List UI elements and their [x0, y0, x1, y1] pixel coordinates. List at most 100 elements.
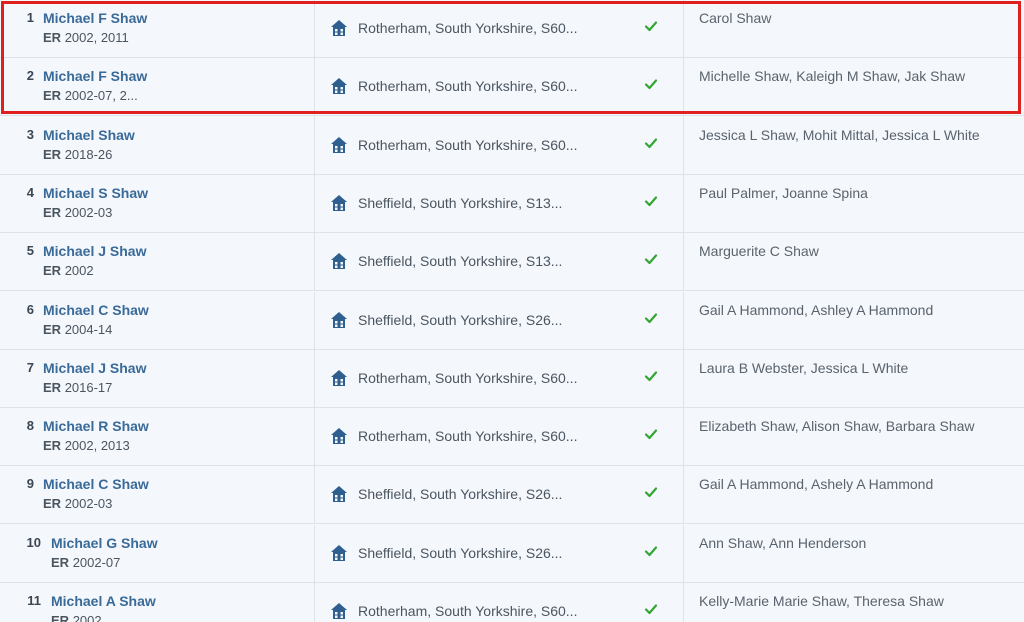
er-years: 2002-03	[64, 496, 113, 512]
electoral-roll-years: ER 2002-03	[43, 205, 112, 220]
person-name-link[interactable]: Michael R Shaw	[43, 418, 149, 434]
electoral-roll-years: ER 2002-07	[51, 555, 120, 570]
column-divider	[683, 408, 684, 466]
result-number: 11	[27, 593, 41, 608]
relatives-text: Paul Palmer, Joanne Spina	[699, 184, 868, 201]
er-label: ER	[43, 321, 62, 337]
check-icon	[644, 137, 658, 148]
check-icon	[644, 429, 658, 440]
house-icon	[331, 136, 347, 153]
check-icon	[644, 21, 658, 32]
table-row: 6 Michael C Shaw ER 2004-14 Sheffield, S…	[0, 291, 1024, 350]
column-divider	[683, 466, 684, 524]
er-label: ER	[43, 379, 62, 395]
table-row: 8 Michael R Shaw ER 2002, 2013 Rotherham…	[0, 408, 1024, 467]
relatives-text: Jessica L Shaw, Mohit Mittal, Jessica L …	[699, 126, 980, 143]
house-icon	[331, 486, 347, 503]
er-label: ER	[51, 613, 70, 622]
house-icon	[331, 311, 347, 328]
column-divider	[683, 174, 684, 232]
address-text: Sheffield, South Yorkshire, S26...	[358, 544, 563, 561]
er-years: 2002-07, 2...	[64, 88, 138, 104]
column-divider	[683, 583, 684, 622]
result-number: 9	[26, 476, 34, 492]
person-name-link[interactable]: Michael F Shaw	[43, 10, 147, 26]
house-icon	[331, 78, 347, 95]
column-divider	[683, 0, 684, 57]
er-label: ER	[43, 204, 62, 220]
relatives-text: Ann Shaw, Ann Henderson	[699, 534, 867, 551]
address-text: Rotherham, South Yorkshire, S60...	[358, 603, 578, 619]
er-years: 2016-17	[64, 379, 113, 395]
table-row: 4 Michael S Shaw ER 2002-03 Sheffield, S…	[0, 174, 1024, 233]
house-icon	[331, 20, 347, 36]
check-icon	[644, 604, 658, 615]
er-years: 2002-03	[64, 204, 113, 220]
person-name-link[interactable]: Michael C Shaw	[43, 476, 149, 492]
check-icon	[644, 487, 658, 498]
relatives-text: Kelly-Marie Marie Shaw, Theresa Shaw	[699, 593, 944, 609]
person-name-link[interactable]: Michael A Shaw	[51, 593, 156, 609]
result-number: 10	[26, 534, 41, 550]
table-row: 10 Michael G Shaw ER 2002-07 Sheffield, …	[0, 524, 1024, 583]
house-icon	[331, 428, 347, 445]
column-divider	[683, 349, 684, 407]
column-divider	[314, 291, 315, 349]
er-years: 2004-14	[64, 321, 113, 337]
er-label: ER	[43, 263, 62, 279]
column-divider	[314, 174, 315, 232]
house-icon	[331, 369, 347, 386]
person-name-link[interactable]: Michael C Shaw	[43, 302, 149, 318]
column-divider	[314, 524, 315, 582]
electoral-roll-years: ER 2002, 2011	[43, 30, 129, 45]
check-icon	[644, 371, 658, 381]
relatives-text: Gail A Hammond, Ashley A Hammond	[699, 301, 934, 318]
person-name-link[interactable]: Michael G Shaw	[51, 535, 158, 551]
er-years: 2018-26	[64, 146, 113, 162]
result-number: 5	[26, 243, 34, 259]
result-number: 2	[26, 68, 34, 84]
table-row: 2 Michael F Shaw ER 2002-07, 2... Rother…	[0, 58, 1024, 117]
result-number: 6	[26, 301, 34, 317]
person-name-link[interactable]: Michael S Shaw	[43, 185, 148, 201]
address-text: Rotherham, South Yorkshire, S60...	[358, 369, 578, 386]
column-divider	[314, 583, 315, 622]
column-divider	[683, 291, 684, 349]
electoral-roll-years: ER 2002-03	[43, 496, 112, 511]
relatives-text: Marguerite C Shaw	[699, 243, 819, 260]
person-name-link[interactable]: Michael F Shaw	[43, 68, 147, 84]
column-divider	[314, 408, 315, 466]
house-icon	[331, 544, 347, 561]
house-icon	[331, 603, 347, 619]
er-label: ER	[43, 30, 62, 45]
person-name-link[interactable]: Michael J Shaw	[43, 360, 146, 376]
electoral-roll-years: ER 2002	[51, 613, 102, 622]
result-number: 8	[26, 418, 34, 434]
er-years: 2002-07	[72, 554, 121, 570]
relatives-text: Elizabeth Shaw, Alison Shaw, Barbara Sha…	[699, 418, 975, 435]
column-divider	[314, 116, 315, 174]
house-icon	[331, 253, 347, 270]
result-number: 7	[26, 359, 34, 375]
er-label: ER	[51, 554, 70, 570]
er-label: ER	[43, 438, 62, 454]
check-icon	[644, 546, 658, 556]
address-text: Sheffield, South Yorkshire, S13...	[358, 253, 563, 270]
electoral-roll-years: ER 2002	[43, 263, 94, 278]
electoral-roll-years: ER 2002, 2013	[43, 438, 130, 453]
er-label: ER	[43, 88, 62, 104]
table-row: 5 Michael J Shaw ER 2002 Sheffield, Sout…	[0, 233, 1024, 292]
person-name-link[interactable]: Michael J Shaw	[43, 243, 146, 259]
er-years: 2002	[72, 613, 102, 622]
table-row: 7 Michael J Shaw ER 2016-17 Rotherham, S…	[0, 349, 1024, 408]
result-number: 1	[26, 10, 34, 25]
address-text: Rotherham, South Yorkshire, S60...	[358, 428, 578, 445]
table-row: 11 Michael A Shaw ER 2002 Rotherham, Sou…	[0, 583, 1024, 622]
er-label: ER	[43, 146, 62, 162]
relatives-text: Laura B Webster, Jessica L White	[699, 359, 909, 376]
table-row: 1 Michael F Shaw ER 2002, 2011 Rotherham…	[0, 0, 1024, 58]
person-name-link[interactable]: Michael Shaw	[43, 127, 135, 143]
check-icon	[644, 196, 658, 206]
er-years: 2002	[64, 263, 94, 279]
house-icon	[331, 194, 347, 211]
